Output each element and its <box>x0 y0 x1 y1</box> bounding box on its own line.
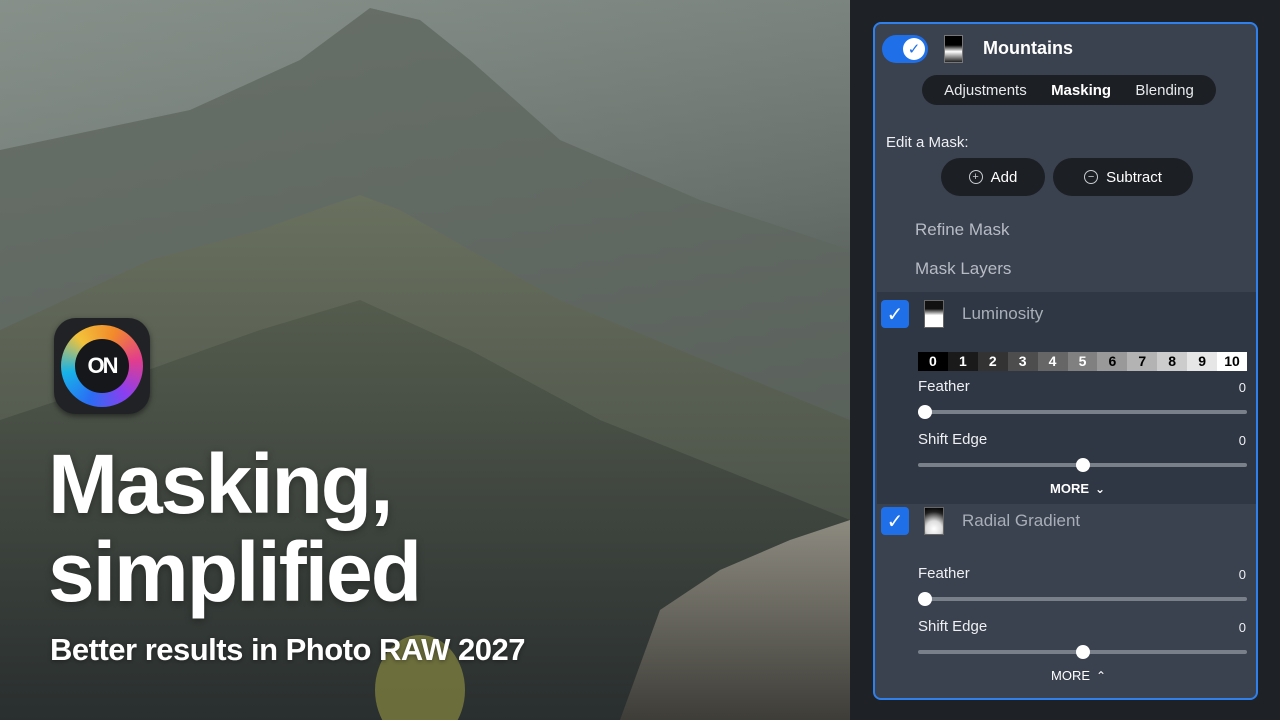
add-button-label: Add <box>990 168 1018 186</box>
luminosity-mask-thumbnail[interactable] <box>924 300 944 328</box>
layer-name: Mountains <box>983 38 1073 58</box>
feather-slider-thumb[interactable] <box>918 405 932 419</box>
shift-edge-slider[interactable] <box>918 458 1247 472</box>
feather-value: 0 <box>1238 567 1246 582</box>
hero-subtitle: Better results in Photo RAW 2027 <box>50 632 525 667</box>
feather-slider[interactable] <box>918 405 1247 419</box>
feather-slider-thumb[interactable] <box>918 592 932 606</box>
lum-scale-8: 8 <box>1157 352 1188 371</box>
chevron-up-icon: ⌃ <box>1096 668 1107 683</box>
lum-scale-6: 6 <box>1097 352 1128 371</box>
subtract-mask-button[interactable]: − Subtract <box>1053 158 1193 196</box>
plus-circle-icon: + <box>968 170 983 184</box>
lum-scale-1: 1 <box>947 352 978 371</box>
radial-gradient-thumbnail[interactable] <box>924 507 944 535</box>
shift-edge-value: 0 <box>1238 433 1246 448</box>
more-label: MORE <box>1051 668 1090 683</box>
shift-edge-slider-thumb[interactable] <box>1075 645 1090 659</box>
tab-bar: Adjustments Masking Blending <box>922 75 1216 105</box>
lum-scale-0: 0 <box>918 352 948 371</box>
add-mask-button[interactable]: + Add <box>941 158 1045 196</box>
radial-gradient-checkbox[interactable]: ✓ <box>881 507 909 535</box>
app-logo: ON <box>54 318 150 414</box>
check-icon: ✓ <box>903 38 925 60</box>
lum-scale-9: 9 <box>1187 352 1218 371</box>
logo-mark: ON <box>75 339 129 393</box>
more-label: MORE <box>1050 481 1089 496</box>
shift-edge-slider-thumb[interactable] <box>1075 458 1090 472</box>
subtract-button-label: Subtract <box>1106 168 1162 186</box>
hero-title: Masking, simplified <box>48 437 422 619</box>
tab-masking[interactable]: Masking <box>1051 82 1111 99</box>
radial-gradient-mask-name: Radial Gradient <box>962 511 1081 530</box>
shift-edge-label: Shift Edge <box>918 618 988 635</box>
edit-mask-label: Edit a Mask: <box>886 134 969 151</box>
refine-mask-item[interactable]: Refine Mask <box>915 220 1009 240</box>
feather-value: 0 <box>1238 380 1246 395</box>
lum-scale-10: 10 <box>1217 352 1247 371</box>
shift-edge-label: Shift Edge <box>918 431 988 448</box>
more-toggle[interactable]: MORE ⌃ <box>1051 668 1106 683</box>
feather-label: Feather <box>918 378 970 395</box>
mask-layers-item[interactable]: Mask Layers <box>915 259 1011 279</box>
feather-slider[interactable] <box>918 592 1247 606</box>
tab-blending[interactable]: Blending <box>1135 82 1193 99</box>
shift-edge-value: 0 <box>1238 620 1246 635</box>
lum-scale-7: 7 <box>1127 352 1158 371</box>
lum-scale-5: 5 <box>1067 352 1098 371</box>
chevron-down-icon: ⌄ <box>1095 481 1106 496</box>
layer-mask-thumbnail[interactable] <box>944 35 963 63</box>
luminosity-mask-name: Luminosity <box>962 304 1044 323</box>
tab-adjustments[interactable]: Adjustments <box>944 82 1027 99</box>
lum-scale-4: 4 <box>1037 352 1068 371</box>
feather-label: Feather <box>918 565 970 582</box>
luminosity-checkbox[interactable]: ✓ <box>881 300 909 328</box>
shift-edge-slider[interactable] <box>918 645 1247 659</box>
lum-scale-3: 3 <box>1007 352 1038 371</box>
layer-visibility-toggle[interactable]: ✓ <box>882 35 928 63</box>
masking-panel: ✓ Mountains Adjustments Masking Blending… <box>873 22 1258 700</box>
minus-circle-icon: − <box>1084 170 1099 184</box>
lum-scale-2: 2 <box>977 352 1008 371</box>
more-toggle[interactable]: MORE ⌄ <box>1050 481 1105 496</box>
luminosity-scale: 0 1 2 3 4 5 6 7 8 9 10 <box>918 352 1247 371</box>
